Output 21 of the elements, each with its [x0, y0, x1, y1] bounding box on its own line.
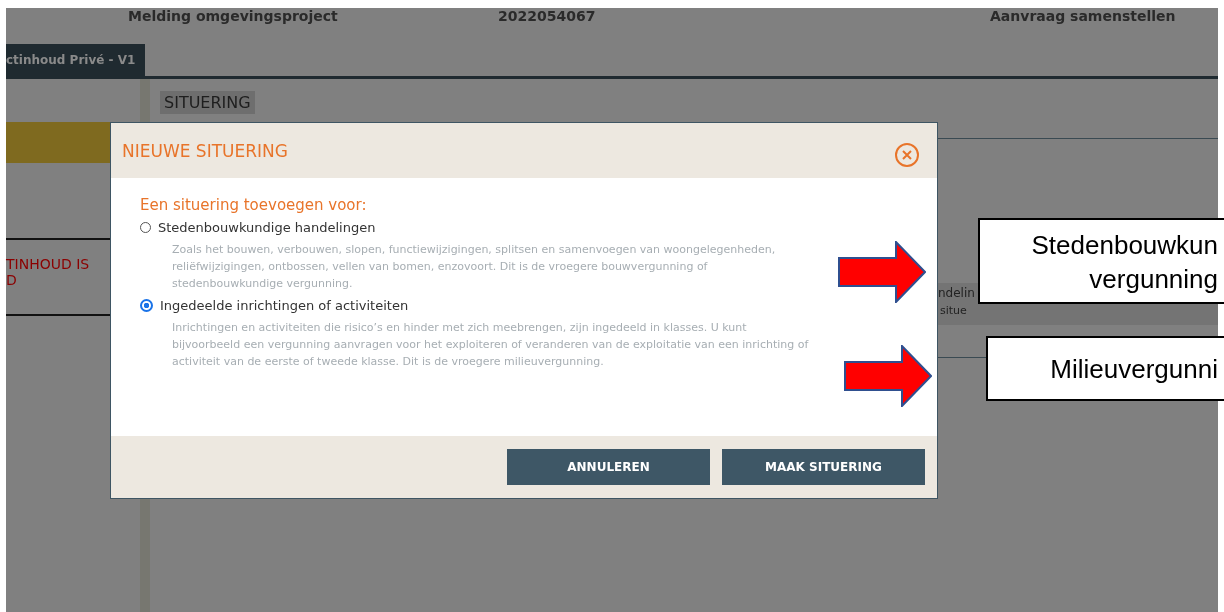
section-title: SITUERING: [160, 91, 255, 114]
arrow-icon: [838, 241, 926, 303]
callout-text: Stedenbouwkun vergunning: [978, 218, 1224, 304]
status-text: Aanvraag samenstellen: [990, 8, 1176, 24]
confirm-button[interactable]: MAAK SITUERING: [722, 449, 925, 485]
option-description: Inrichtingen en activiteiten die risico’s en hinder met zich meebrengen, zijn ingedeeld in klasses. U kunt bijvoorbeeld een vergunning aanvragen voor het exploiteren of veranderen van de exploitatie van een inrichting of activiteit van de eerste of tweede klasse. Dit is de vroegere milieuvergunning.: [172, 320, 810, 370]
option-label[interactable]: Stedenbouwkundige handelingen: [158, 220, 376, 235]
row-text: situe: [940, 304, 967, 317]
dialog-prompt: Een situering toevoegen voor:: [140, 196, 368, 214]
cancel-button[interactable]: ANNULEREN: [507, 449, 710, 485]
arrow-icon: [844, 345, 932, 407]
callout-text: Milieuvergunni: [986, 336, 1224, 401]
project-number: 2022054067: [498, 8, 596, 24]
option-label[interactable]: Ingedeelde inrichtingen of activiteiten: [160, 298, 409, 313]
project-type: Melding omgevingsproject: [128, 8, 338, 24]
close-icon[interactable]: [894, 141, 920, 168]
tab[interactable]: ctinhoud Privé - V1: [6, 44, 146, 76]
dialog-title: NIEUWE SITUERING: [122, 140, 288, 161]
option-description: Zoals het bouwen, verbouwen, slopen, functiewijzigingen, splitsen en samenvoegen van woongelegenheden, reliëfwijzigingen, ontbossen, vellen van bomen, enzovoort. Dit is de vroegere bouwvergunning of stedenbouwkundige vergunning.: [172, 242, 777, 292]
radio-button[interactable]: [140, 299, 153, 312]
row-text: ndelin: [938, 286, 975, 300]
